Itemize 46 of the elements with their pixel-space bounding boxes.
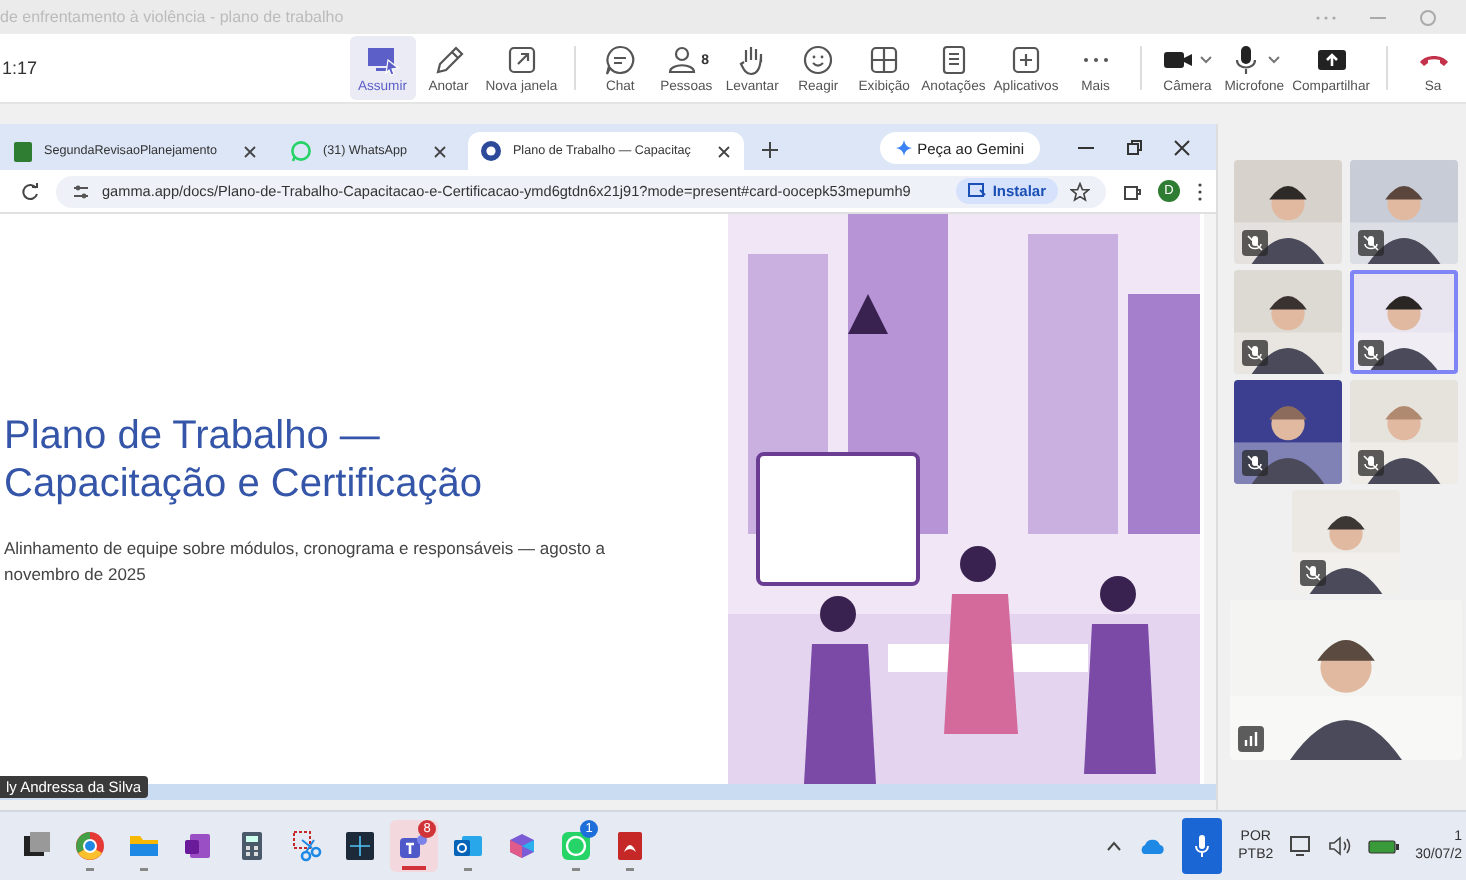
display-icon[interactable] [1289,836,1312,856]
calculator-icon [236,830,268,862]
cloud-icon[interactable] [1138,837,1167,855]
close-icon[interactable] [716,143,733,159]
tune-icon [72,183,90,199]
star-icon[interactable] [1070,181,1090,201]
smiley-icon [800,42,837,78]
grid-icon [866,42,903,78]
people-icon [663,42,700,78]
scissors-icon [290,830,322,862]
colorful-tile-icon [506,830,538,862]
restore-icon[interactable] [1124,138,1144,158]
chat-bubble-icon [602,42,639,78]
chevron-down-icon[interactable] [1265,54,1282,66]
people-tile-icon [398,830,430,862]
folder-icon [128,830,160,862]
close-icon[interactable] [432,143,449,159]
chat-bubble-icon [290,140,313,162]
slide-title: Plano de Trabalho — Capacitação e Certificação [4,411,485,507]
phone-icon [1419,55,1447,65]
dark-tile-icon [344,830,376,862]
close-icon[interactable] [242,143,259,159]
scrollbar[interactable] [1204,214,1216,784]
meeting-timer: 1:17 [0,58,38,78]
phone-bubble-icon [560,830,592,862]
plus-square-icon [1008,42,1044,78]
speaker-icon[interactable] [1327,836,1352,856]
microphone-icon [1194,834,1211,858]
monitor-cursor-icon [364,42,401,78]
sparkle-icon [895,140,912,156]
close-icon[interactable] [1172,138,1192,158]
popout-icon [503,42,540,78]
plus-icon[interactable] [760,140,781,160]
microphone-button[interactable] [1182,818,1223,874]
notebook-icon [182,830,214,862]
kebab-menu-icon[interactable] [1196,181,1204,201]
reload-icon[interactable] [20,181,40,201]
battery-icon[interactable] [1367,837,1400,855]
envelope-icon [452,830,484,862]
window-icon [20,830,52,862]
slide-subtitle: Alinhamento de equipe sobre módulos, cronograma e responsáveis — agosto a novembro de 2025 [4,535,608,587]
install-icon [968,182,987,200]
circle-logo-icon [480,140,503,162]
chevron-down-icon[interactable] [1198,54,1215,66]
chrome-logo-icon [74,830,106,862]
chevron-up-icon[interactable] [1106,840,1123,852]
